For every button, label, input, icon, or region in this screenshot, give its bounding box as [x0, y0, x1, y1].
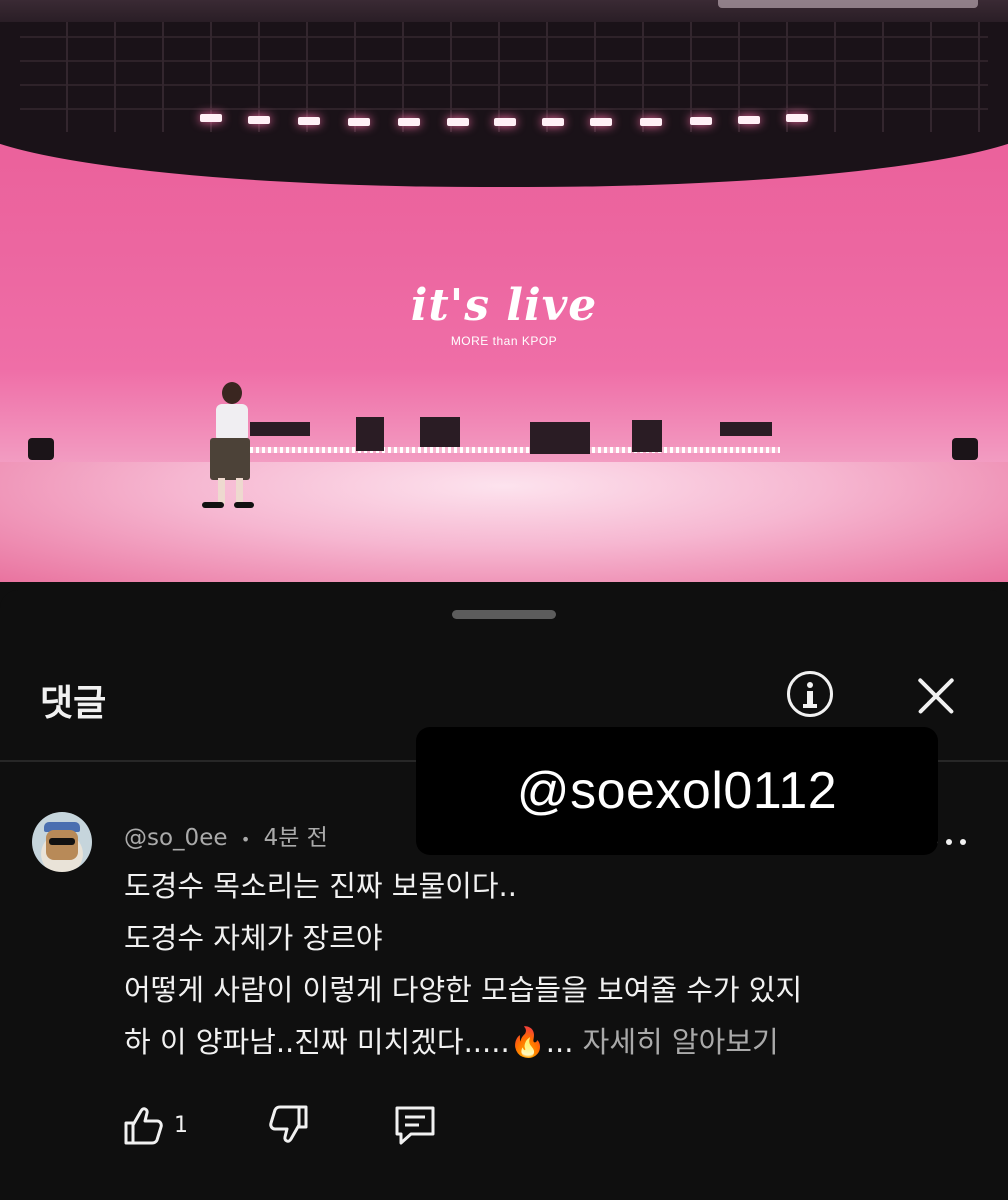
info-circle-icon[interactable]	[787, 671, 833, 717]
comment-body: 도경수 목소리는 진짜 보물이다.. 도경수 자체가 장르야 어떻게 사람이 이…	[124, 860, 802, 1068]
percussion-instrument	[420, 417, 460, 447]
status-strip	[0, 0, 1008, 22]
comment-line: 하 이 양파남..진짜 미치겠다.....🔥...	[124, 1025, 574, 1059]
stage-light	[640, 118, 662, 126]
stage-floor	[0, 462, 1008, 582]
comments-title: 댓글	[40, 683, 107, 724]
stage-light	[298, 117, 320, 125]
amp-instrument	[632, 420, 662, 452]
comment-meta: @so_0ee • 4분 전	[124, 818, 328, 852]
stage-logo-subtitle: MORE than KPOP	[450, 334, 558, 348]
close-icon[interactable]	[914, 674, 958, 718]
stage-light	[738, 116, 760, 124]
comment-line: 도경수 자체가 장르야	[124, 921, 383, 955]
stage-light	[447, 118, 469, 126]
avatar-face	[46, 830, 78, 860]
comment-line: 도경수 목소리는 진짜 보물이다..	[124, 869, 517, 903]
performer	[200, 382, 260, 512]
comment-line: 어떻게 사람이 이렇게 다양한 모습들을 보여줄 수가 있지	[124, 973, 803, 1007]
performer-leg	[236, 478, 243, 504]
comments-sheet: 댓글 @so_0ee • 4분 전 도경수 목소리는 진짜 보물이다.. 도경수…	[0, 590, 1008, 1200]
performer-head	[222, 382, 242, 404]
dislike-icon[interactable]	[266, 1103, 312, 1147]
like-icon[interactable]	[120, 1103, 166, 1147]
stage-spotlight-left	[28, 438, 54, 460]
stage-light	[200, 114, 222, 122]
stage-ceiling	[0, 22, 1008, 187]
stage-light	[690, 117, 712, 125]
sheet-drag-handle[interactable]	[452, 610, 556, 619]
status-bar-decoration	[718, 0, 978, 8]
stage-light	[494, 118, 516, 126]
stage-light	[248, 116, 270, 124]
ceiling-truss	[20, 22, 988, 132]
keyboard-instrument	[720, 422, 772, 436]
floor-light-strip	[250, 447, 780, 453]
stage-spotlight-right	[952, 438, 978, 460]
performer-shirt	[216, 404, 248, 442]
watermark-overlay: @soexol0112	[416, 727, 938, 855]
performer-leg	[218, 478, 225, 504]
stage-light	[542, 118, 564, 126]
commenter-avatar[interactable]	[32, 812, 92, 872]
performer-shoe	[234, 502, 254, 508]
info-dot	[807, 682, 813, 688]
read-more-link[interactable]: 자세히 알아보기	[583, 1025, 779, 1059]
stage-light	[348, 118, 370, 126]
meta-separator: •	[240, 830, 251, 849]
reply-icon[interactable]	[392, 1103, 438, 1147]
stage-light	[786, 114, 808, 122]
stage-light	[398, 118, 420, 126]
avatar-sunglasses	[49, 838, 75, 845]
performer-skirt	[210, 438, 250, 480]
stage-logo-title: it's live	[410, 280, 598, 331]
like-count: 1	[174, 1113, 188, 1138]
comment-author[interactable]: @so_0ee	[124, 825, 228, 851]
info-base	[803, 704, 817, 708]
performer-shoe	[202, 502, 224, 508]
amp-instrument	[356, 417, 384, 451]
comment-actions: 1	[0, 1095, 1008, 1155]
comment-time: 4분 전	[263, 825, 328, 851]
comment-line-last: 하 이 양파남..진짜 미치겠다.....🔥... 자세히 알아보기	[124, 1016, 802, 1068]
video-player[interactable]: it's live MORE than KPOP	[0, 22, 1008, 582]
drum-kit	[530, 422, 590, 454]
stage-light	[590, 118, 612, 126]
